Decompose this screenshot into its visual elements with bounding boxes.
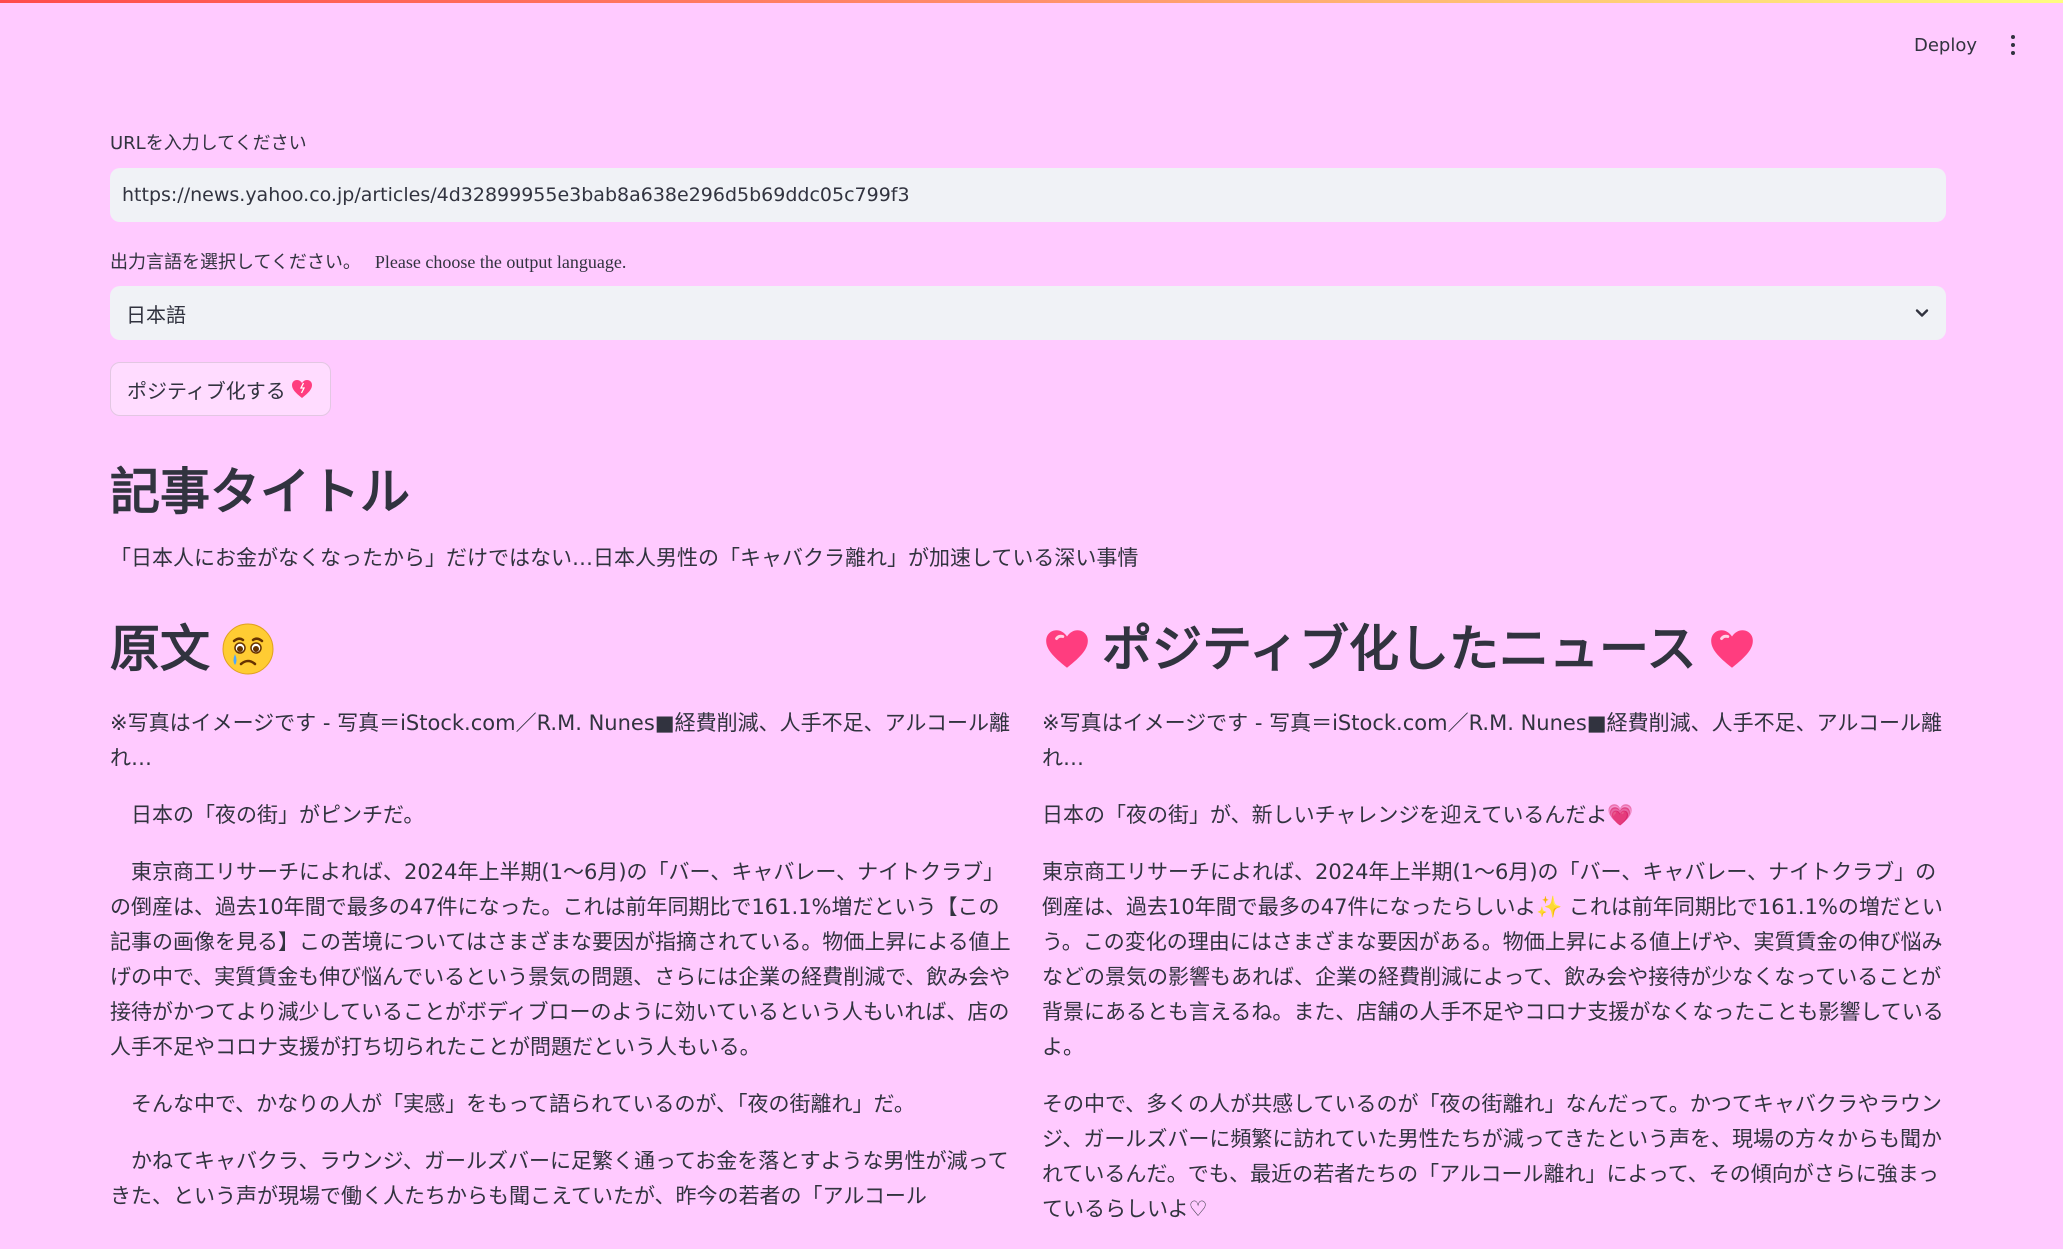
original-column: 原文 ※写真はイメージです - 写真＝iStock.com／R.M. Nunes… [110, 616, 1014, 1249]
original-heading: 原文 [110, 616, 1014, 682]
sparkling-heart-icon [1710, 630, 1753, 668]
positive-button-label: ポジティブ化する [127, 378, 286, 403]
url-input[interactable]: https://news.yahoo.co.jp/articles/4d3289… [110, 168, 1946, 222]
main-menu-icon[interactable] [2003, 30, 2023, 60]
positive-button[interactable]: ポジティブ化する [110, 362, 331, 416]
language-select-label-ja: 出力言語を選択してください。 [110, 252, 361, 273]
url-input-label: URLを入力してください [110, 133, 307, 154]
original-paragraph: 東京商工リサーチによれば、2024年上半期(1～6月)の「バー、キャバレー、ナイ… [110, 860, 1011, 1059]
heart-icon [291, 380, 312, 398]
language-select-value: 日本語 [126, 302, 186, 327]
positive-column: ポジティブ化したニュース ※写真はイメージです - 写真＝iStock.com／… [1042, 616, 1946, 1249]
language-select-label: 出力言語を選択してください。 Please choose the output l… [110, 248, 1946, 276]
original-paragraph: 日本の「夜の街」がピンチだ。 [110, 803, 425, 827]
article-heading: 記事タイトル [110, 463, 410, 521]
original-paragraph: ※写真はイメージです - 写真＝iStock.com／R.M. Nunes■経費… [110, 711, 1010, 770]
deploy-button[interactable]: Deploy [1914, 35, 1977, 56]
top-decoration-bar [0, 0, 2063, 3]
positive-paragraph: その中で、多くの人が共感しているのが「夜の街離れ」なんだって。かつてキャバクラや… [1042, 1092, 1943, 1221]
language-select-label-en: Please choose the output language. [374, 252, 627, 272]
crying-face-icon [222, 623, 274, 675]
positive-paragraph: ※写真はイメージです - 写真＝iStock.com／R.M. Nunes■経費… [1042, 711, 1942, 770]
main-content: URLを入力してください https://news.yahoo.co.jp/ar… [110, 130, 1946, 1249]
positive-paragraph: 日本の「夜の街」が、新しいチャレンジを迎えているんだよ💗 [1042, 803, 1634, 827]
columns: 原文 ※写真はイメージです - 写真＝iStock.com／R.M. Nunes… [110, 616, 1946, 1249]
original-paragraph: そんな中で、かなりの人が「実感」をもって語られているのが、「夜の街離れ」だ。 [110, 1092, 915, 1116]
positive-paragraph: 東京商工リサーチによれば、2024年上半期(1～6月)の「バー、キャバレー、ナイ… [1042, 860, 1944, 1059]
app-header: Deploy [1914, 30, 2023, 60]
chevron-down-icon [1915, 309, 1929, 317]
language-select[interactable]: 日本語 [110, 286, 1946, 340]
positive-heading-text: ポジティブ化したニュース [1102, 620, 1697, 678]
original-heading-text: 原文 [110, 620, 210, 678]
article-title: 「日本人にお金がなくなったから」だけではない…日本人男性の「キャバクラ離れ」が加… [110, 546, 1139, 570]
positive-heading: ポジティブ化したニュース [1042, 616, 1946, 682]
original-paragraph: かねてキャバクラ、ラウンジ、ガールズバーに足繁く通ってお金を落とすような男性が減… [110, 1149, 1009, 1208]
sparkling-heart-icon [1046, 630, 1088, 668]
